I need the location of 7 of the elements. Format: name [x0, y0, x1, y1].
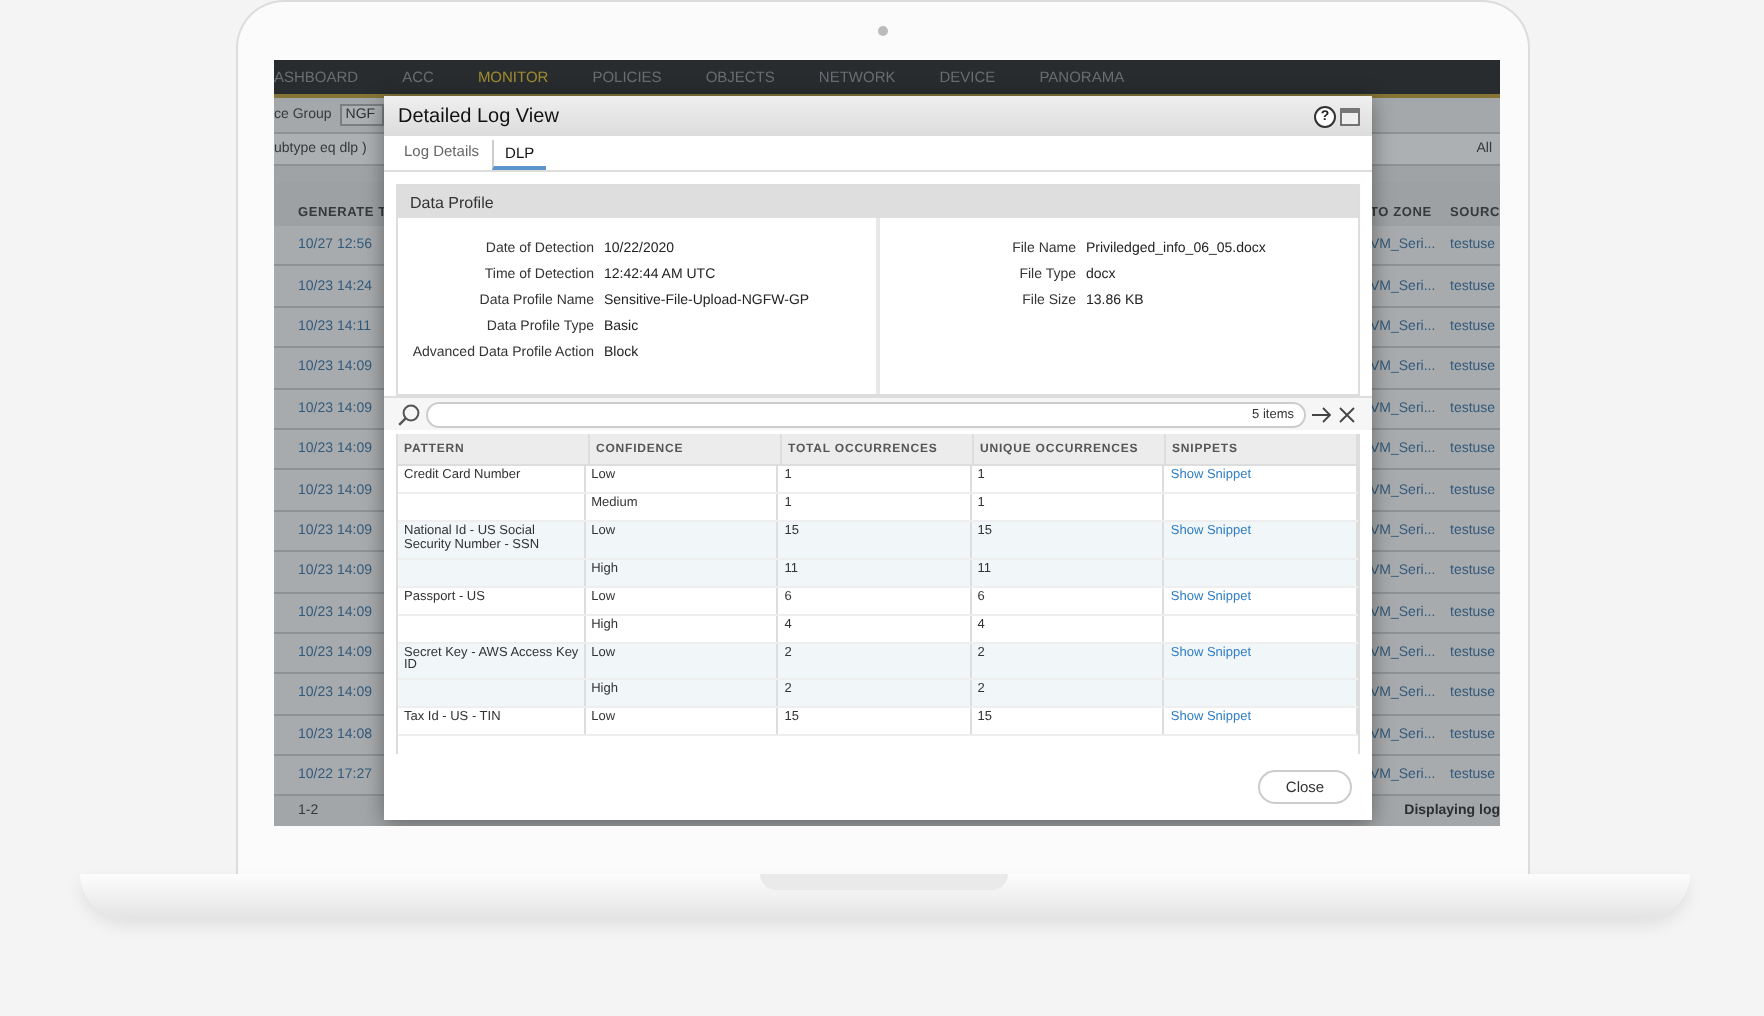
dialog-title: Detailed Log View: [398, 105, 559, 127]
section-title: Data Profile: [398, 186, 1358, 218]
arrow-right-icon[interactable]: [1312, 405, 1332, 423]
close-icon[interactable]: [1338, 405, 1356, 423]
camera-icon: [878, 26, 888, 36]
search-icon[interactable]: [398, 403, 420, 425]
maximize-icon[interactable]: [1340, 107, 1360, 125]
